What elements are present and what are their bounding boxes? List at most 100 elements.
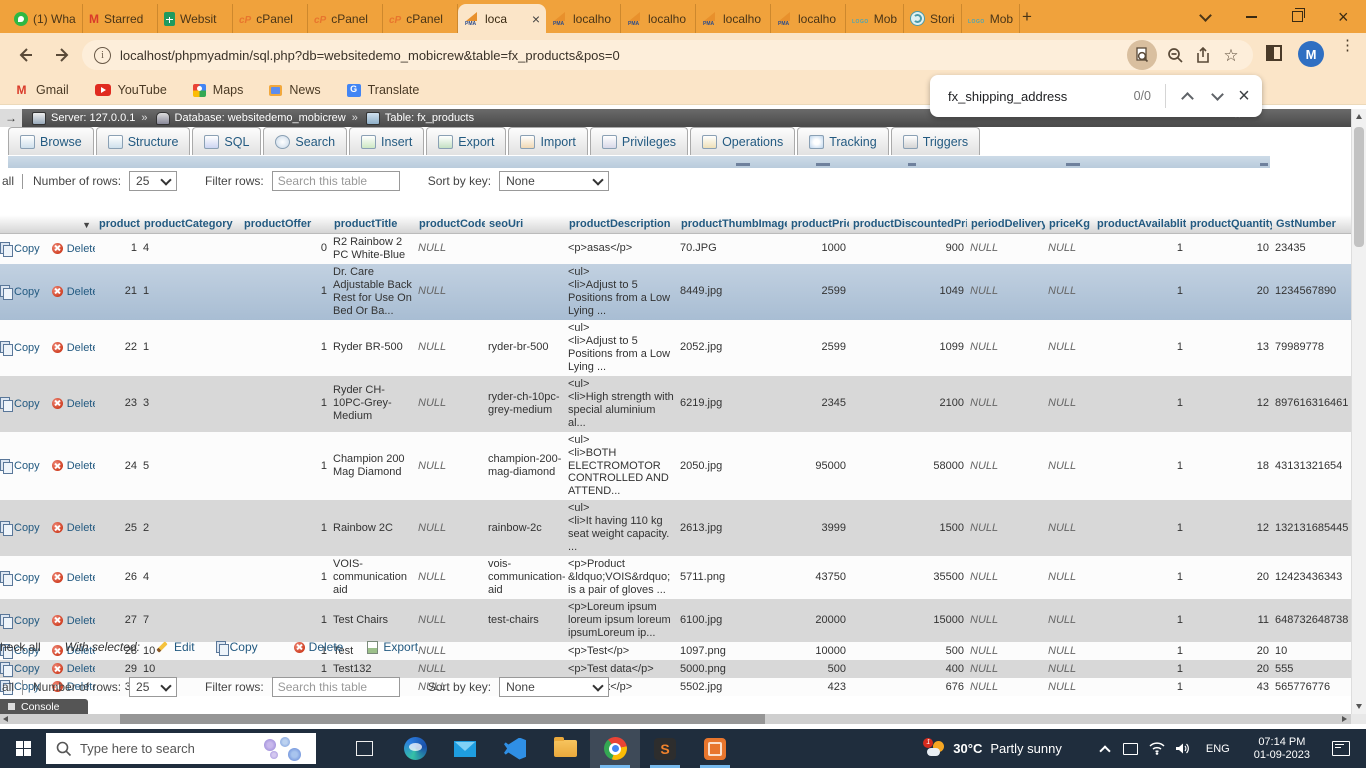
delete-link[interactable]: Delete — [67, 460, 95, 472]
bookmark-gmail[interactable]: Gmail — [14, 83, 69, 98]
copy-link[interactable]: Copy — [14, 615, 40, 627]
notification-center-icon[interactable] — [1332, 741, 1350, 756]
scroll-down-icon[interactable] — [1356, 704, 1362, 709]
copy-link[interactable]: Copy — [14, 342, 40, 354]
pma-tab-search[interactable]: Search — [263, 127, 347, 155]
pma-tab-insert[interactable]: Insert — [349, 127, 424, 155]
delete-link[interactable]: Delete — [67, 522, 95, 534]
column-header-seoUri[interactable]: seoUri — [485, 215, 565, 234]
browser-tab[interactable]: cPanel — [383, 4, 458, 33]
back-icon[interactable] — [12, 42, 38, 68]
column-header-productDiscountedPrice[interactable]: productDiscountedPrice — [849, 215, 967, 234]
bookmark-youtube[interactable]: YouTube — [95, 83, 167, 97]
show-all-label[interactable]: all — [2, 680, 14, 694]
bookmark-translate[interactable]: Translate — [347, 83, 420, 97]
taskbar-app-mail[interactable] — [440, 729, 490, 768]
start-button[interactable] — [0, 729, 46, 768]
column-header-GstNumber[interactable]: GstNumber — [1272, 215, 1352, 234]
task-view-icon[interactable] — [344, 729, 384, 768]
copy-link[interactable]: Copy — [14, 572, 40, 584]
bookmark-news[interactable]: News — [269, 83, 320, 97]
pma-tab-triggers[interactable]: Triggers — [891, 127, 980, 155]
breadcrumb-database[interactable]: Database: websitedemo_mobicrew — [175, 112, 346, 124]
scroll-up-icon[interactable] — [1356, 114, 1362, 119]
copy-link[interactable]: Copy — [14, 460, 40, 472]
vertical-scrollbar-thumb[interactable] — [1354, 127, 1364, 247]
minimize-button[interactable] — [1228, 0, 1274, 33]
browser-tab[interactable]: Starred — [83, 4, 158, 33]
nav-panel-toggle-icon[interactable]: → — [0, 109, 22, 127]
taskbar-app-sublime[interactable]: S — [640, 729, 690, 768]
browser-tab[interactable]: Websit — [158, 4, 233, 33]
share-icon[interactable] — [1189, 41, 1217, 69]
with-selected-export[interactable]: Export — [367, 640, 418, 654]
find-close-button[interactable]: × — [1232, 81, 1262, 111]
find-in-page-icon[interactable] — [1127, 40, 1157, 70]
column-header-productThumbImage[interactable]: productThumbImage — [677, 215, 787, 234]
wifi-icon[interactable] — [1144, 729, 1170, 768]
pma-tab-structure[interactable]: Structure — [96, 127, 191, 155]
num-rows-select[interactable]: 25 — [129, 677, 177, 697]
find-previous-button[interactable] — [1172, 81, 1202, 111]
address-bar[interactable]: i localhost/phpmyadmin/sql.php?db=websit… — [82, 40, 1253, 70]
delete-link[interactable]: Delete — [67, 342, 95, 354]
column-header-productDescription[interactable]: productDescription — [565, 215, 677, 234]
column-header-productOffer[interactable]: productOffer — [240, 215, 330, 234]
browser-tab[interactable]: localho — [771, 4, 846, 33]
check-all-label[interactable]: heck all — [0, 640, 41, 654]
pma-tab-export[interactable]: Export — [426, 127, 506, 155]
copy-link[interactable]: Copy — [14, 522, 40, 534]
delete-link[interactable]: Delete — [67, 615, 95, 627]
vertical-scrollbar[interactable] — [1351, 109, 1366, 714]
taskbar-app-explorer[interactable] — [540, 729, 590, 768]
delete-link[interactable]: Delete — [67, 572, 95, 584]
horizontal-scrollbar-thumb[interactable] — [120, 714, 765, 724]
copy-link[interactable]: Copy — [14, 398, 40, 410]
copy-link[interactable]: Copy — [14, 663, 40, 675]
sort-icon[interactable]: ▼ — [82, 220, 91, 230]
zoom-icon[interactable] — [1161, 41, 1189, 69]
horizontal-scrollbar[interactable] — [0, 714, 1351, 724]
site-info-icon[interactable]: i — [94, 47, 111, 64]
browser-tab[interactable]: Storing — [904, 4, 962, 33]
new-tab-button[interactable]: + — [1016, 6, 1038, 28]
pma-tab-privileges[interactable]: Privileges — [590, 127, 688, 155]
column-header-productQuantity[interactable]: productQuantity — [1186, 215, 1272, 234]
side-panel-icon[interactable] — [1266, 45, 1282, 61]
breadcrumb-table[interactable]: Table: fx_products — [385, 112, 474, 124]
find-next-button[interactable] — [1202, 81, 1232, 111]
forward-icon[interactable] — [50, 42, 76, 68]
delete-link[interactable]: Delete — [67, 663, 95, 675]
column-header-priceKg[interactable]: priceKg — [1045, 215, 1093, 234]
column-header-productCode[interactable]: productCode — [415, 215, 485, 234]
column-header-productCategory[interactable]: productCategory — [140, 215, 240, 234]
hidden-icons-chevron-icon[interactable] — [1092, 729, 1118, 768]
filter-rows-input[interactable] — [272, 171, 400, 191]
column-header-periodDelivery[interactable]: periodDelivery — [967, 215, 1045, 234]
column-header-productTitle[interactable]: productTitle — [330, 215, 415, 234]
delete-link[interactable]: Delete — [67, 286, 95, 298]
browser-menu-icon[interactable]: ⋮ — [1340, 42, 1350, 50]
num-rows-select[interactable]: 25 — [129, 171, 177, 191]
delete-link[interactable]: Delete — [67, 398, 95, 410]
display-icon[interactable] — [1118, 729, 1144, 768]
column-header-productPrice[interactable]: productPrice — [787, 215, 849, 234]
bookmark-star-icon[interactable]: ☆ — [1217, 41, 1245, 69]
column-header-productID[interactable]: productID — [95, 215, 140, 234]
pma-tab-import[interactable]: Import — [508, 127, 587, 155]
filter-rows-input[interactable] — [272, 677, 400, 697]
taskbar-app-vscode[interactable] — [490, 729, 540, 768]
with-selected-edit[interactable]: Edit — [156, 640, 195, 654]
sort-key-select[interactable]: None — [499, 677, 609, 697]
show-all-label[interactable]: all — [2, 174, 14, 188]
browser-tab[interactable]: localho — [546, 4, 621, 33]
find-query-input[interactable]: fx_shipping_address — [948, 89, 1134, 104]
restore-button[interactable] — [1274, 0, 1320, 33]
column-header-productAvailablity[interactable]: productAvailablity — [1093, 215, 1186, 234]
browser-tab[interactable]: Mobicr — [846, 4, 904, 33]
browser-tab[interactable]: cPanel — [233, 4, 308, 33]
copy-link[interactable]: Copy — [14, 286, 40, 298]
copy-link[interactable]: Copy — [14, 243, 40, 255]
sort-key-select[interactable]: None — [499, 171, 609, 191]
taskbar-weather[interactable]: 1 30°C Partly sunny — [927, 741, 1062, 757]
